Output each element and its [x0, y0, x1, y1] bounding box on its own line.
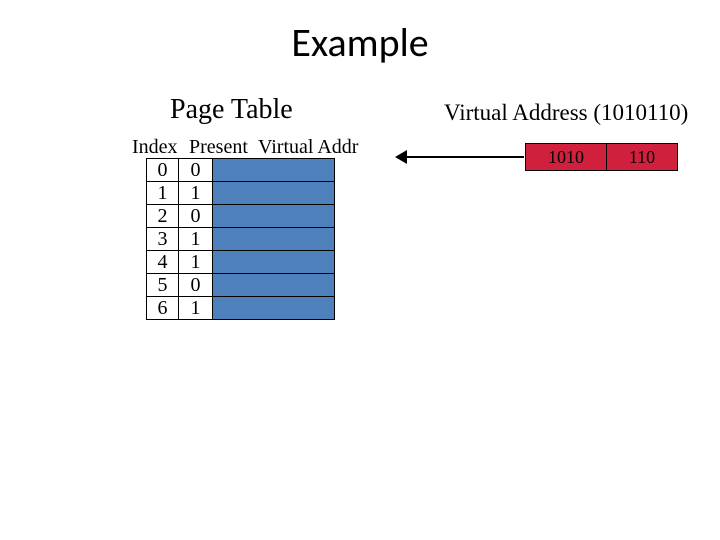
page-table: 0 0 1 1 2 0 3 1 4 1 5 0 6 1 — [146, 158, 335, 320]
cell-present: 1 — [179, 251, 213, 274]
cell-virtual-addr — [213, 159, 335, 182]
arrow-line — [402, 156, 524, 158]
slide-title: Example — [0, 18, 720, 67]
cell-present: 1 — [179, 297, 213, 320]
cell-index: 6 — [147, 297, 179, 320]
table-row: 3 1 — [147, 228, 335, 251]
cell-virtual-addr — [213, 205, 335, 228]
cell-virtual-addr — [213, 297, 335, 320]
cell-index: 0 — [147, 159, 179, 182]
table-row: 0 0 — [147, 159, 335, 182]
cell-index: 5 — [147, 274, 179, 297]
cell-present: 0 — [179, 159, 213, 182]
cell-virtual-addr — [213, 182, 335, 205]
col-header-present: Present — [189, 136, 253, 159]
cell-virtual-addr — [213, 251, 335, 274]
va-page-bits: 1010 — [526, 144, 607, 171]
cell-present: 0 — [179, 205, 213, 228]
page-table-heading: Page Table — [170, 94, 293, 126]
cell-index: 3 — [147, 228, 179, 251]
cell-present: 1 — [179, 182, 213, 205]
cell-index: 2 — [147, 205, 179, 228]
cell-present: 1 — [179, 228, 213, 251]
cell-virtual-addr — [213, 228, 335, 251]
col-header-virtual-addr: Virtual Addr — [258, 136, 358, 159]
table-row: 2 0 — [147, 205, 335, 228]
table-row: 4 1 — [147, 251, 335, 274]
virtual-address-heading: Virtual Address (1010110) — [444, 100, 688, 126]
table-row: 6 1 — [147, 297, 335, 320]
table-row: 1 1 — [147, 182, 335, 205]
cell-present: 0 — [179, 274, 213, 297]
page-table-column-headers: Index Present Virtual Addr — [132, 136, 358, 159]
cell-index: 1 — [147, 182, 179, 205]
col-header-index: Index — [132, 136, 184, 159]
table-row: 5 0 — [147, 274, 335, 297]
arrow-left-icon — [395, 150, 407, 164]
va-offset-bits: 110 — [607, 144, 678, 171]
virtual-address-breakdown: 1010 110 — [525, 143, 678, 171]
cell-virtual-addr — [213, 274, 335, 297]
cell-index: 4 — [147, 251, 179, 274]
